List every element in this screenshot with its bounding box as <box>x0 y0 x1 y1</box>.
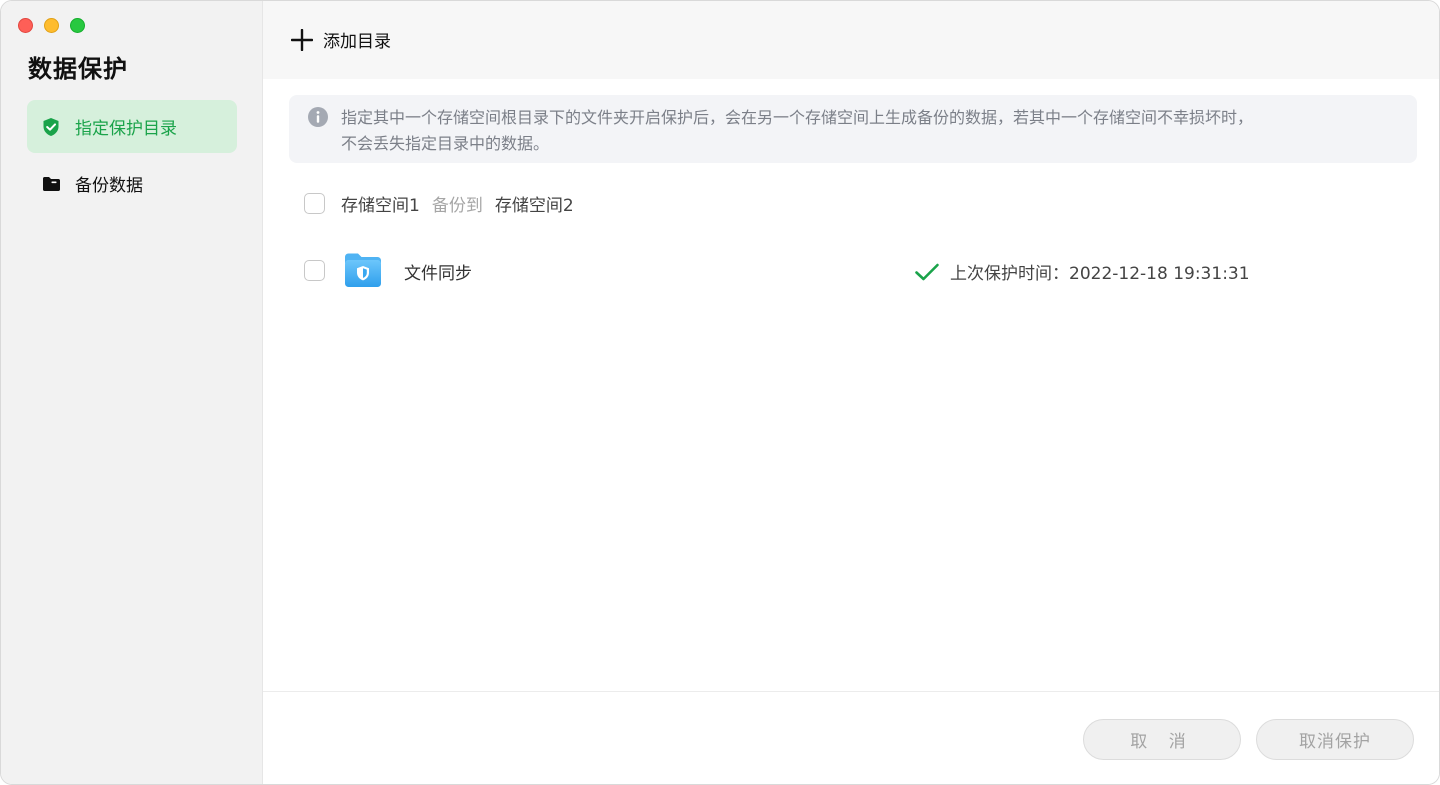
minimize-window-button[interactable] <box>44 18 59 33</box>
info-icon <box>308 107 328 127</box>
cancel-button[interactable]: 取 消 <box>1083 719 1241 760</box>
select-all-checkbox[interactable] <box>304 193 325 214</box>
cancel-protection-button[interactable]: 取消保护 <box>1256 719 1414 760</box>
add-directory-label: 添加目录 <box>323 32 391 52</box>
sidebar-item-label: 备份数据 <box>75 176 143 196</box>
shield-check-icon <box>41 117 61 137</box>
sidebar-nav: 指定保护目录 备份数据 <box>27 100 237 214</box>
close-window-button[interactable] <box>18 18 33 33</box>
list-item[interactable]: 文件同步 上次保护时间：2022-12-18 19:31:31 <box>304 251 1414 291</box>
check-icon <box>915 263 939 280</box>
add-directory-button[interactable]: 添加目录 <box>291 27 391 52</box>
main-panel: 添加目录 指定其中一个存储空间根目录下的文件夹开启保护后，会在另一个存储空间上生… <box>263 1 1439 784</box>
info-text-line-1: 指定其中一个存储空间根目录下的文件夹开启保护后，会在另一个存储空间上生成备份的数… <box>341 108 1254 127</box>
info-banner: 指定其中一个存储空间根目录下的文件夹开启保护后，会在另一个存储空间上生成备份的数… <box>289 95 1417 163</box>
last-protected-time: 上次保护时间：2022-12-18 19:31:31 <box>950 264 1250 284</box>
target-storage-label: 存储空间2 <box>494 196 574 216</box>
app-window: 数据保护 指定保护目录 备份数据 添加目录 指定其中一个存储空间根目录下的文件夹… <box>0 0 1440 785</box>
sidebar: 数据保护 指定保护目录 备份数据 <box>1 1 263 784</box>
sidebar-item-backup-data[interactable]: 备份数据 <box>27 157 237 210</box>
protection-status: 上次保护时间：2022-12-18 19:31:31 <box>914 259 1250 284</box>
storage-pair-row: 存储空间1 备份到 存储空间2 <box>304 191 574 216</box>
item-checkbox[interactable] <box>304 260 325 281</box>
backup-relation-label: 备份到 <box>431 196 483 216</box>
folder-icon <box>41 174 61 194</box>
info-text-line-2: 不会丢失指定目录中的数据。 <box>341 134 550 153</box>
footer-bar: 取 消 取消保护 <box>263 691 1439 784</box>
maximize-window-button[interactable] <box>70 18 85 33</box>
sidebar-item-label: 指定保护目录 <box>75 119 177 139</box>
sidebar-item-protected-dirs[interactable]: 指定保护目录 <box>27 100 237 153</box>
toolbar: 添加目录 <box>263 1 1439 79</box>
window-controls <box>18 18 85 33</box>
plus-icon <box>291 28 313 51</box>
sidebar-title: 数据保护 <box>28 55 128 83</box>
protected-folder-icon <box>345 253 381 287</box>
source-storage-label: 存储空间1 <box>341 196 420 216</box>
folder-name: 文件同步 <box>404 264 472 284</box>
